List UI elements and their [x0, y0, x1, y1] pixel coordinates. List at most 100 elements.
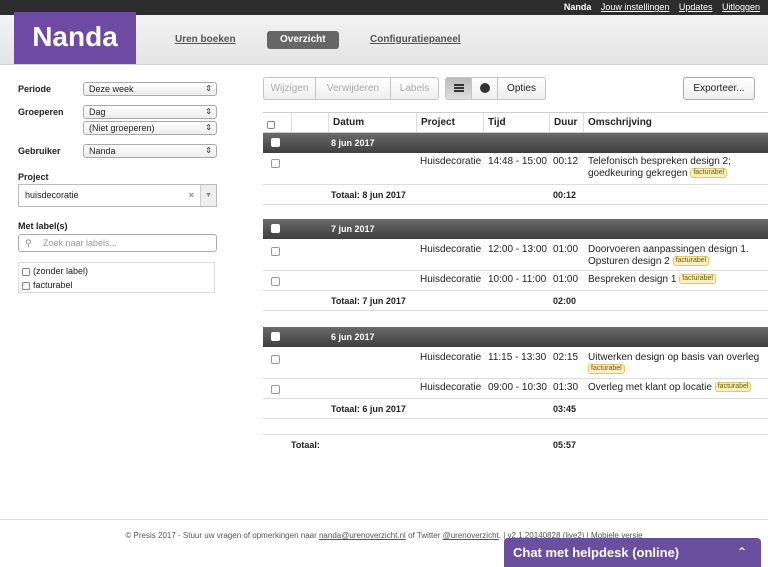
group-checkbox[interactable]: [271, 138, 280, 147]
col-duration[interactable]: Duur: [549, 113, 583, 132]
label-tag: facturabel: [679, 274, 716, 285]
row-description: Doorvoeren aanpassingen design 1. Opsture…: [588, 244, 749, 268]
select-all-cell[interactable]: [263, 113, 291, 132]
grand-total-value: 05:57: [553, 440, 577, 450]
table-header: Datum Project Tijd Duur Omschrijving: [263, 112, 768, 133]
email-link[interactable]: nanda@urenoverzicht.nl: [319, 531, 406, 540]
project-select[interactable]: huisdecoratie × ▼: [18, 184, 217, 207]
chevron-down-icon[interactable]: ▼: [200, 185, 216, 206]
chat-label: Chat met helpdesk (online): [513, 545, 680, 560]
group-header: 6 jun 2017: [263, 327, 768, 347]
label-option[interactable]: facturabel: [22, 280, 73, 290]
export-button[interactable]: Exporteer...: [683, 77, 755, 100]
group-value: Dag: [89, 107, 106, 117]
group-header: 8 jun 2017: [263, 133, 768, 153]
group-select[interactable]: Dag ⇕: [83, 105, 217, 119]
grand-total: Totaal: 05:57: [263, 434, 768, 454]
select-all-checkbox[interactable]: [267, 120, 275, 129]
list-view-button[interactable]: [445, 77, 472, 100]
updates-link[interactable]: Updates: [679, 2, 713, 12]
footer-text: © Presis 2017 - Stuur uw vragen of opmer…: [125, 531, 317, 540]
select-arrows-icon: ⇕: [205, 146, 212, 155]
desc-line: Telefonisch bespreken design 2;: [588, 156, 731, 167]
edit-button[interactable]: Wijzigen: [263, 77, 316, 100]
nav-overview[interactable]: Overzicht: [267, 31, 339, 49]
period-label: Periode: [18, 84, 52, 94]
label-search-input[interactable]: ⚲ Zoek naar labels...: [18, 234, 217, 252]
chart-view-button[interactable]: [471, 77, 498, 100]
label-tag: facturabel: [588, 364, 625, 375]
group-total: Totaal: 8 jun 2017 00:12: [263, 185, 768, 205]
labels-label: Met label(s): [18, 221, 68, 231]
label-tag: facturabel: [672, 256, 710, 267]
checkbox[interactable]: [22, 281, 30, 290]
twitter-link[interactable]: @urenoverzicht: [443, 531, 499, 540]
logo[interactable]: Nanda: [14, 12, 136, 64]
row-project: Huisdecoratie: [420, 382, 482, 393]
user-value: Nanda: [89, 146, 116, 156]
col-time[interactable]: Tijd: [483, 113, 549, 132]
subgroup-select[interactable]: (Niet groeperen) ⇕: [83, 121, 217, 135]
row-checkbox[interactable]: [271, 277, 280, 286]
row-time: 09:00 - 10:30: [488, 382, 547, 393]
checkbox[interactable]: [22, 267, 30, 276]
nav-book-hours[interactable]: Uren boeken: [175, 31, 236, 49]
logout-link[interactable]: Uitloggen: [722, 2, 760, 12]
table-row[interactable]: Huisdecoratie 12:00 - 13:00 01:00 Doorvo…: [263, 241, 768, 271]
project-label: Project: [18, 172, 49, 182]
group-label: Groeperen: [18, 107, 64, 117]
select-arrows-icon: ⇕: [205, 84, 212, 93]
row-checkbox[interactable]: [271, 385, 280, 394]
row-description: Overleg met klant op locatie facturabel: [588, 382, 752, 394]
delete-button[interactable]: Verwijderen: [315, 77, 391, 100]
labels-button[interactable]: Labels: [390, 77, 439, 100]
row-project: Huisdecoratie: [420, 244, 482, 255]
row-duration: 01:30: [553, 382, 579, 393]
clear-icon[interactable]: ×: [189, 185, 194, 206]
col-date[interactable]: Datum: [328, 113, 416, 132]
group-total-value: 03:45: [553, 404, 577, 414]
subgroup-value: (Niet groeperen): [89, 123, 155, 133]
row-checkbox[interactable]: [271, 355, 280, 364]
col-project[interactable]: Project: [416, 113, 483, 132]
desc-line: goedkeuring gekregen: [588, 168, 688, 179]
label-option-text: (zonder label): [33, 266, 89, 276]
options-button[interactable]: Opties: [497, 77, 546, 100]
row-duration: 02:15: [553, 352, 579, 363]
row-project: Huisdecoratie: [420, 274, 482, 285]
row-duration: 00:12: [553, 156, 579, 167]
group-total-label: Totaal: 7 jun 2017: [331, 296, 406, 306]
group-total: Totaal: 6 jun 2017 03:45: [263, 399, 768, 419]
row-checkbox[interactable]: [271, 159, 280, 168]
list-icon: [453, 87, 464, 90]
row-description: Uitwerken design op basis van overleg fac…: [588, 352, 759, 376]
table-row[interactable]: Huisdecoratie 09:00 - 10:30 01:30 Overle…: [263, 379, 768, 399]
row-checkbox[interactable]: [271, 247, 280, 256]
desc-line: Overleg met klant op locatie: [588, 382, 712, 393]
row-description: Bespreken design 1 facturabel: [588, 274, 716, 286]
user-select[interactable]: Nanda ⇕: [83, 144, 217, 158]
period-select[interactable]: Deze week ⇕: [83, 82, 217, 96]
table-row[interactable]: Huisdecoratie 11:15 - 13:30 02:15 Uitwer…: [263, 349, 768, 379]
row-description: Telefonisch bespreken design 2; goedkeuri…: [588, 156, 731, 180]
nav-config[interactable]: Configuratiepaneel: [370, 31, 461, 49]
chevron-up-icon[interactable]: ⌃: [737, 538, 747, 567]
table-row[interactable]: Huisdecoratie 14:48 - 15:00 00:12 Telefo…: [263, 153, 768, 185]
group-checkbox[interactable]: [271, 332, 280, 341]
desc-line: Doorvoeren aanpassingen design 1.: [588, 244, 749, 255]
label-option[interactable]: (zonder label): [22, 266, 88, 276]
col-description[interactable]: Omschrijving: [583, 113, 768, 132]
grand-total-label: Totaal:: [291, 440, 320, 450]
group-checkbox[interactable]: [271, 224, 280, 233]
label-options: (zonder label) facturabel: [18, 262, 215, 293]
row-time: 11:15 - 13:30: [488, 352, 547, 363]
helpdesk-chat-button[interactable]: Chat met helpdesk (online) ⌃: [504, 538, 761, 567]
table-row[interactable]: Huisdecoratie 10:00 - 11:00 01:00 Bespre…: [263, 271, 768, 291]
label-tag: facturabel: [714, 382, 752, 393]
desc-line: Bespreken design 1: [588, 274, 677, 285]
row-project: Huisdecoratie: [420, 156, 482, 167]
period-value: Deze week: [89, 84, 134, 94]
settings-link[interactable]: Jouw instellingen: [601, 2, 670, 12]
current-user: Nanda: [563, 2, 592, 12]
label-option-text: facturabel: [33, 280, 73, 290]
